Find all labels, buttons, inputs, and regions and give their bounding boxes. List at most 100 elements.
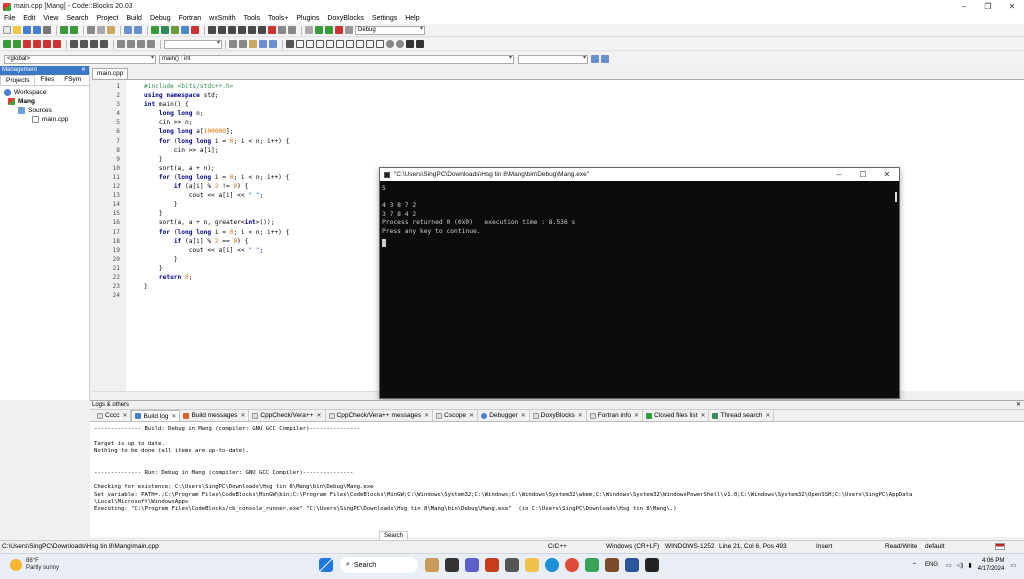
menu-settings[interactable]: Settings [372,15,397,22]
menu-tools-plus[interactable]: Tools+ [268,15,288,22]
print-icon[interactable] [43,26,51,34]
menu-view[interactable]: View [43,15,58,22]
tab-cppcheck-messages[interactable]: CppCheck/Vera++ messages ✕ [326,410,434,421]
menu-wxsmith[interactable]: wxSmith [209,15,235,22]
close-icon[interactable]: ✕ [634,412,639,419]
search-symbol-icon[interactable] [591,55,599,63]
tree-item-project[interactable]: Mang [4,97,89,106]
debug-info-icon[interactable] [288,26,296,34]
build-target-select[interactable]: Debug [355,25,425,35]
find-prev-icon[interactable] [229,40,237,48]
code-line[interactable]: } [144,155,289,164]
tree-item-main-cpp[interactable]: main.cpp [4,115,89,124]
format-icon[interactable] [127,40,135,48]
code-line[interactable]: } [144,255,289,264]
menu-plugins[interactable]: Plugins [296,15,319,22]
find-icon[interactable] [124,26,132,34]
code-line[interactable]: sort(a, a + n, greater<int>()); [144,218,289,227]
window-icon[interactable] [376,40,384,48]
console-window[interactable]: "C:\Users\SingPC\Downloads\Hsg tin 8\Man… [379,167,900,399]
codeblocks-taskbar-icon[interactable] [605,558,619,572]
stop-icon[interactable] [335,26,343,34]
comment-icon[interactable] [70,40,78,48]
frame-icon[interactable] [346,40,354,48]
windows-start-icon[interactable] [319,558,333,572]
abort-icon[interactable] [191,26,199,34]
build-run-icon[interactable] [171,26,179,34]
cut-icon[interactable] [87,26,95,34]
editor-tab-main-cpp[interactable]: main.cpp [92,68,128,79]
code-line[interactable]: for (long long i = 0; i < n; i++) { [144,173,289,182]
s-icon[interactable] [406,40,414,48]
powerpoint-icon[interactable] [485,558,499,572]
code-line[interactable]: cin >> a[i]; [144,146,289,155]
code-line[interactable]: if (a[i] % 2 == 0) { [144,237,289,246]
menu-help[interactable]: Help [405,15,419,22]
menu-edit[interactable]: Edit [23,15,35,22]
jump-icon[interactable] [137,40,145,48]
close-icon[interactable]: ✕ [765,412,770,419]
chrome-icon[interactable] [565,558,579,572]
layout-icon[interactable] [366,40,374,48]
file-explorer-icon[interactable] [525,558,539,572]
play-icon[interactable] [315,26,323,34]
maximize-icon[interactable]: ❐ [976,0,1000,13]
tab-closed-files[interactable]: Closed files list ✕ [643,410,710,421]
input-language[interactable]: ENG [925,562,938,568]
rebuild-icon[interactable] [181,26,189,34]
console-taskbar-icon[interactable] [645,558,659,572]
tab-debugger[interactable]: Debugger ✕ [478,410,530,421]
code-line[interactable]: #include <bits/stdc++.h> [144,82,289,91]
regex-icon[interactable] [259,40,267,48]
box-icon[interactable] [356,40,364,48]
scope-select[interactable]: <global> [4,54,156,64]
prev-bookmark-icon[interactable] [33,40,41,48]
forward-icon[interactable] [13,40,21,48]
next-line-icon[interactable] [228,26,236,34]
stream-comment-icon[interactable] [100,40,108,48]
zoom-in-icon[interactable] [386,40,394,48]
code-line[interactable]: using namespace std; [144,91,289,100]
console-scrollbar[interactable] [895,192,897,202]
copy-icon[interactable] [97,26,105,34]
menu-build[interactable]: Build [126,15,142,22]
replace-icon[interactable] [134,26,142,34]
close-icon[interactable]: ✕ [81,66,86,75]
close-icon[interactable]: ✕ [875,168,899,181]
debug-icon[interactable] [208,26,216,34]
menu-tools[interactable]: Tools [244,15,260,22]
code-text[interactable]: #include <bits/stdc++.h> using namespace … [144,82,289,300]
battery-icon[interactable]: ▮ [968,562,971,569]
code-line[interactable]: for (long long i = 0; i < n; i++) { [144,137,289,146]
code-line[interactable]: return 0; [144,273,289,282]
menu-doxyblocks[interactable]: DoxyBlocks [327,15,364,22]
tab-cscope[interactable]: Cscope ✕ [433,410,479,421]
code-line[interactable]: } [144,209,289,218]
highlight-icon[interactable] [249,40,257,48]
stop-debug-icon[interactable] [268,26,276,34]
code-line[interactable]: int main() { [144,100,289,109]
widgets-icon[interactable] [425,558,439,572]
tab-build-messages[interactable]: Build messages ✕ [180,410,250,421]
settings-symbol-icon[interactable] [601,55,609,63]
hash-icon[interactable] [117,40,125,48]
close-icon[interactable]: ✕ [469,412,474,419]
code-line[interactable]: if (a[i] % 2 != 0) { [144,182,289,191]
minimize-icon[interactable]: – [952,0,976,13]
code-line[interactable]: long long a[100000]; [144,127,289,136]
menu-debug[interactable]: Debug [150,15,171,22]
undo-icon[interactable] [60,26,68,34]
match-brace-icon[interactable] [147,40,155,48]
code-line[interactable]: cin >> n; [144,118,289,127]
close-icon[interactable]: ✕ [700,412,705,419]
save-icon[interactable] [23,26,31,34]
open-file-icon[interactable] [13,26,21,34]
close-icon[interactable]: ✕ [578,412,583,419]
new-file-icon[interactable] [3,26,11,34]
build-icon[interactable] [151,26,159,34]
code-line[interactable]: } [144,282,289,291]
weather-widget[interactable]: 86°F Partly sunny [10,558,59,572]
close-icon[interactable]: ✕ [122,412,127,419]
code-line[interactable]: sort(a, a + n); [144,164,289,173]
step-into-icon[interactable] [238,26,246,34]
